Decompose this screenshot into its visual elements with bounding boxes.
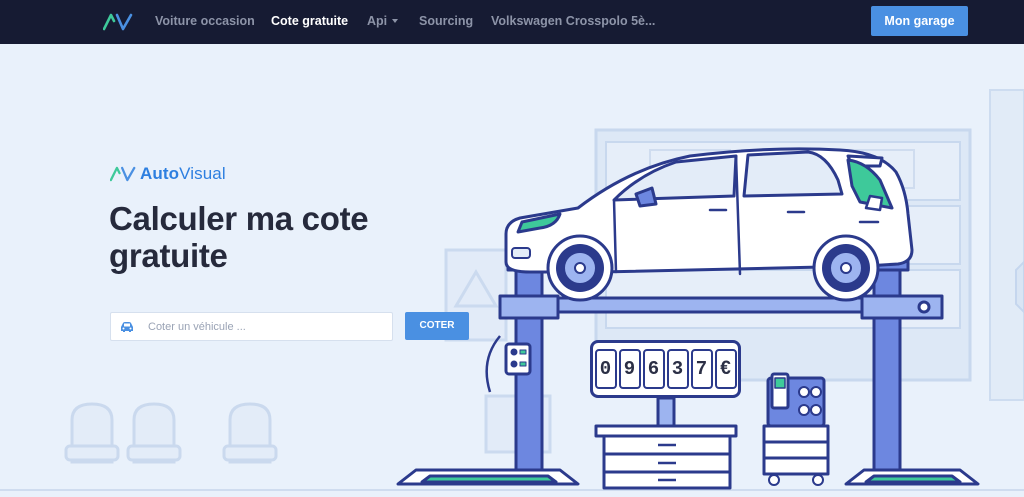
workbench xyxy=(594,396,738,490)
page-title-line2: gratuite xyxy=(109,237,228,274)
nav-item-sourcing[interactable]: Sourcing xyxy=(419,14,473,28)
counter-currency: € xyxy=(714,349,737,389)
nav-item-vehicle[interactable]: Volkswagen Crosspolo 5è... xyxy=(491,14,655,28)
rear-wheel xyxy=(812,234,880,302)
coter-button[interactable]: COTER xyxy=(405,312,469,340)
brand-name-part2: Visual xyxy=(179,164,226,183)
mon-garage-button[interactable]: Mon garage xyxy=(871,6,968,36)
page-title-line1: Calculer ma cote xyxy=(109,200,369,237)
waiting-chairs xyxy=(64,402,278,464)
car-icon xyxy=(121,322,133,332)
brand-name-part1: Auto xyxy=(140,164,180,183)
autovisual-logo-icon[interactable] xyxy=(103,12,133,32)
page-title: Calculer ma cote gratuite xyxy=(109,200,449,274)
wall-panel xyxy=(989,89,1024,401)
warning-sign-icon xyxy=(1015,260,1024,314)
nav-item-cote-gratuite[interactable]: Cote gratuite xyxy=(271,14,348,28)
counter-digit: 9 xyxy=(618,349,641,389)
counter-digit: 7 xyxy=(690,349,713,389)
counter-digit: 6 xyxy=(642,349,665,389)
vehicle-search-input[interactable] xyxy=(148,313,388,340)
autovisual-logo-icon xyxy=(110,166,136,182)
diagnostic-machine xyxy=(762,372,830,486)
nav-item-voiture-occasion[interactable]: Voiture occasion xyxy=(155,14,255,28)
brand-name: AutoVisual xyxy=(140,164,226,184)
nav-item-api[interactable]: Api xyxy=(367,14,399,28)
front-wheel xyxy=(546,234,614,302)
autovisual-brand: AutoVisual xyxy=(110,164,226,184)
top-navbar: Voiture occasion Cote gratuite Api Sourc… xyxy=(0,0,1024,44)
counter-digit: 3 xyxy=(666,349,689,389)
chevron-down-icon xyxy=(392,18,399,23)
vehicle-search-box xyxy=(110,312,393,341)
nav-item-api-label: Api xyxy=(367,14,388,28)
price-counter: 0 9 6 3 7 € xyxy=(590,340,741,398)
counter-digit: 0 xyxy=(594,349,617,389)
